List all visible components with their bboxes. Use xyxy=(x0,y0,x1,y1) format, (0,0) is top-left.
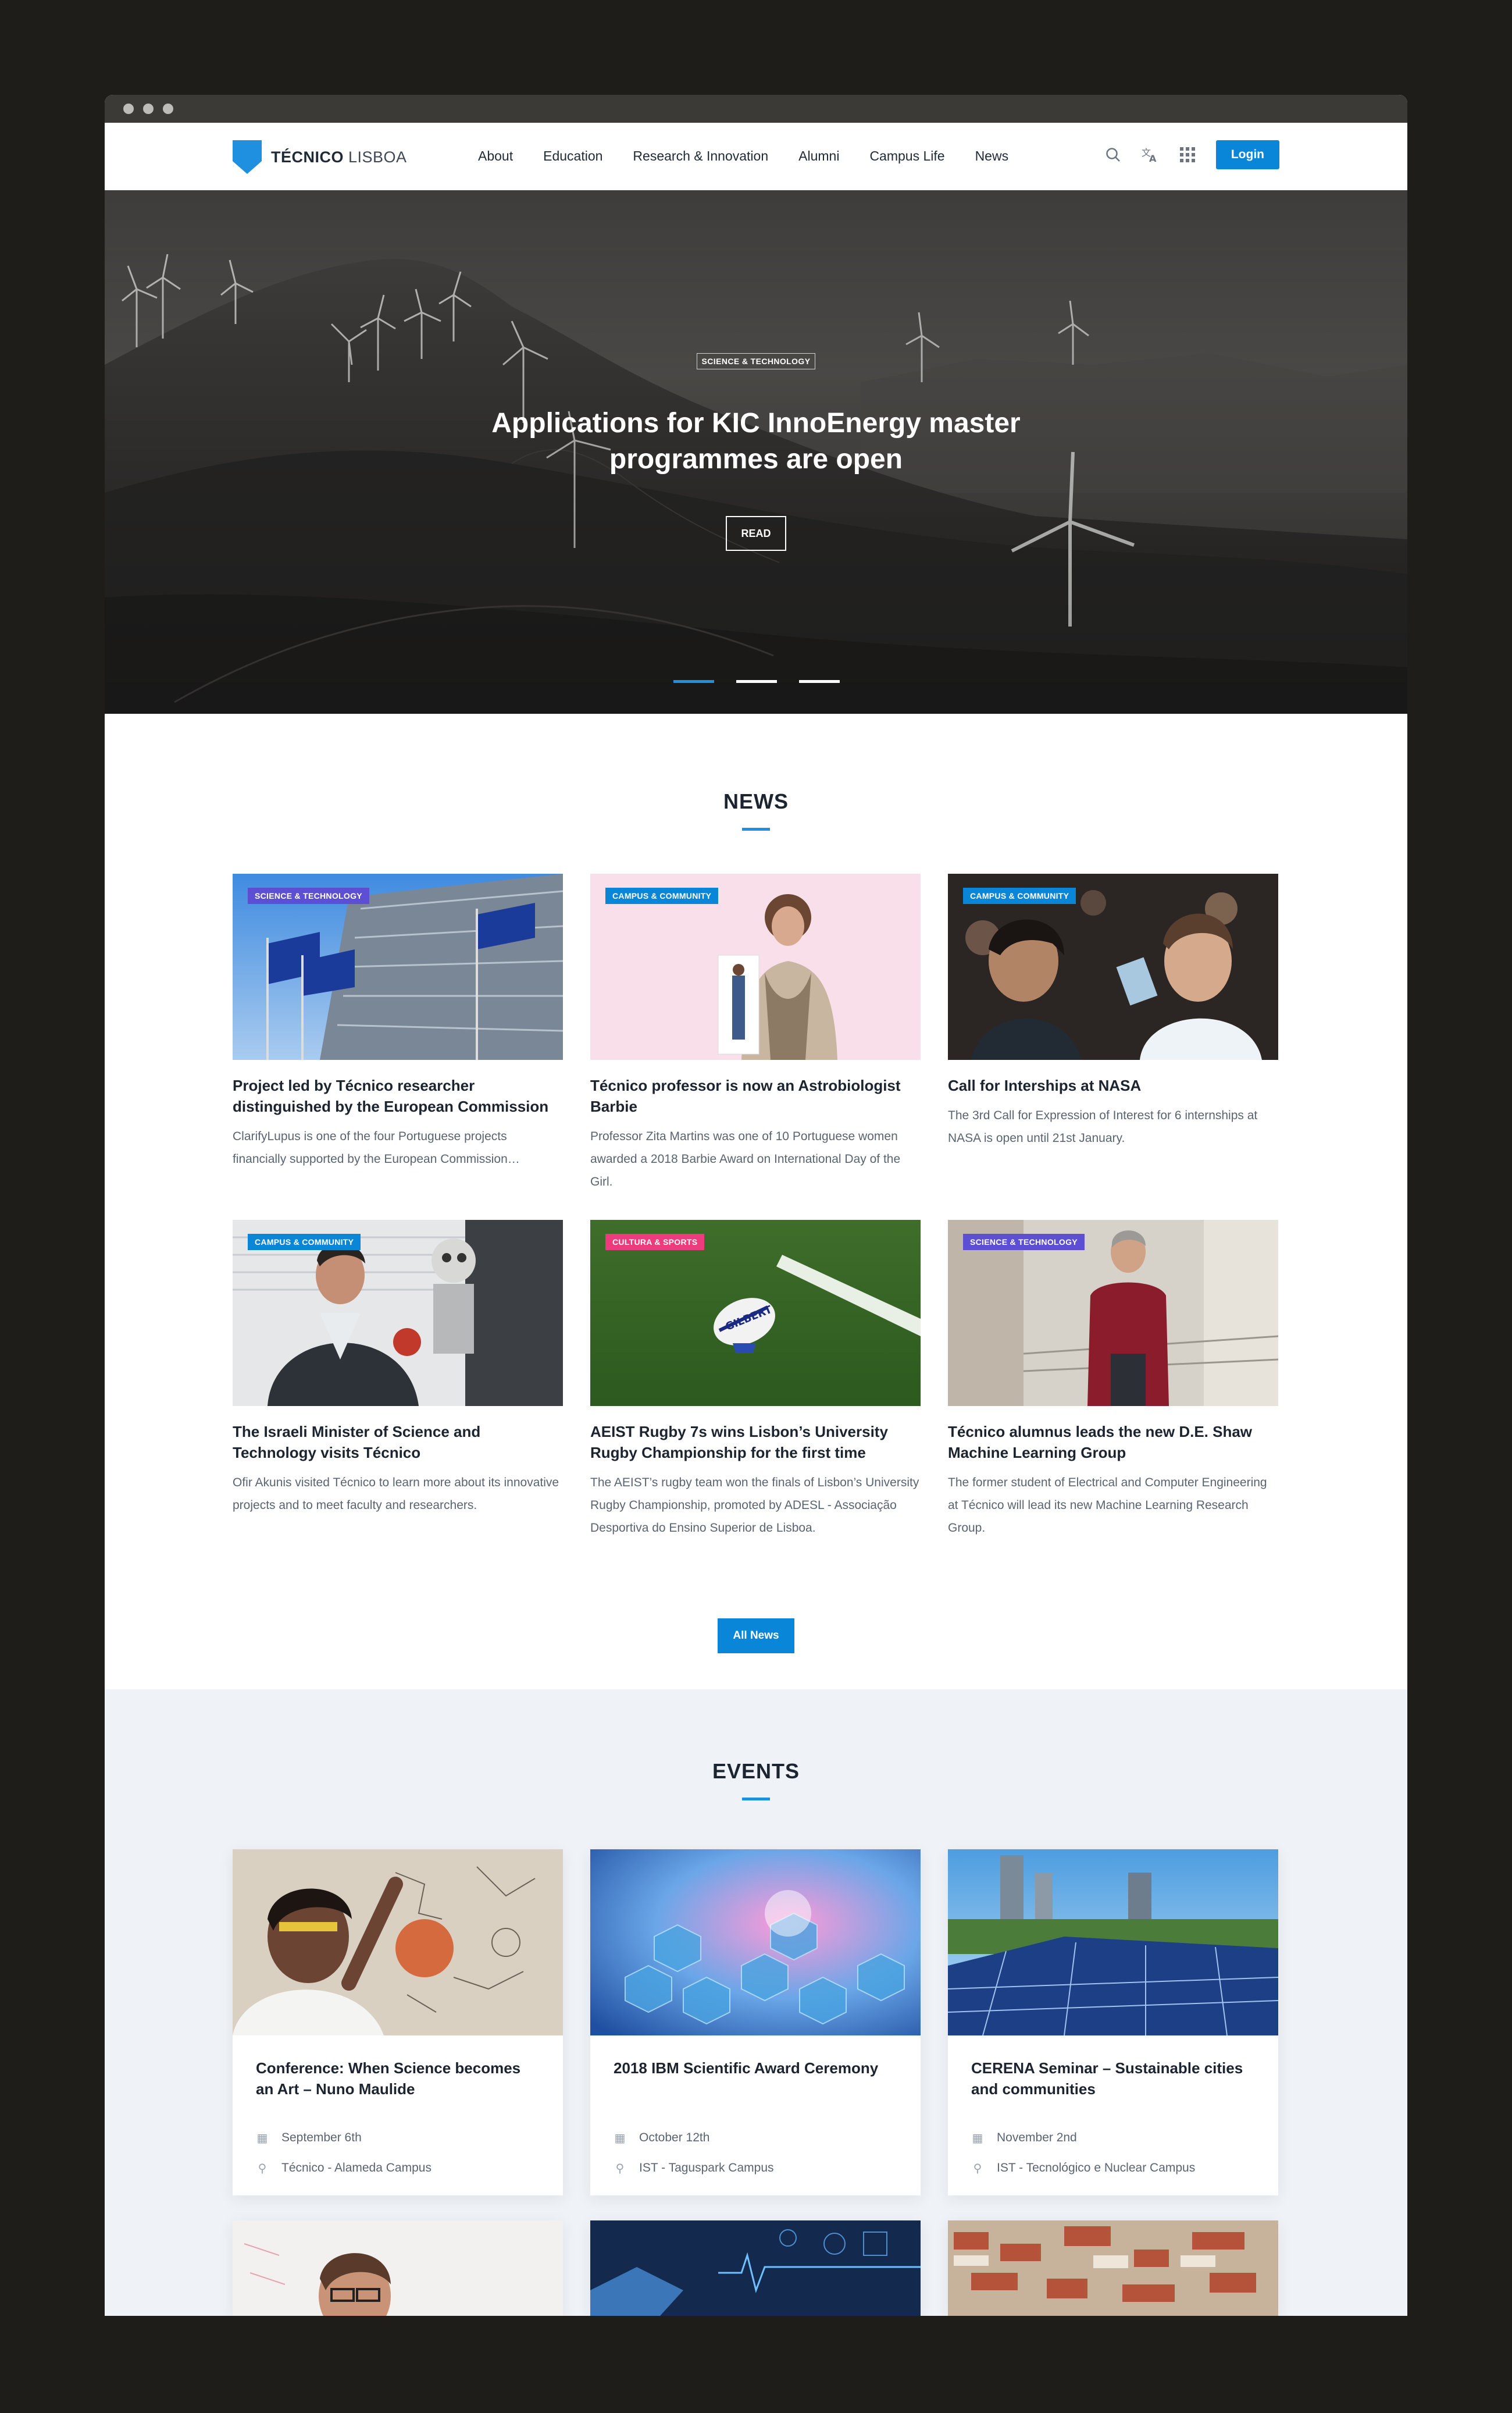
login-button[interactable]: Login xyxy=(1215,140,1279,169)
event-card[interactable]: 2018 IBM Scientific Award Ceremony ▦ Octo… xyxy=(590,1849,921,2195)
nav-research[interactable]: Research & Innovation xyxy=(633,148,768,164)
window-dot[interactable] xyxy=(163,104,173,114)
calendar-icon: ▦ xyxy=(972,2131,983,2145)
news-card[interactable]: CAMPUS & COMMUNITY Call for Interships a… xyxy=(948,874,1278,1220)
nav-alumni[interactable]: Alumni xyxy=(798,148,839,164)
window-dot[interactable] xyxy=(123,104,134,114)
news-card[interactable]: SCIENCE & TECHNOLOGY Técnico alumnus lea… xyxy=(948,1220,1278,1566)
events-heading: EVENTS xyxy=(712,1759,800,1783)
news-card[interactable]: GILBERT CULTURA & SPORTS AEIST Rugby 7s … xyxy=(590,1220,921,1566)
search-icon[interactable] xyxy=(1104,146,1122,163)
calendar-icon: ▦ xyxy=(256,2131,268,2145)
browser-window: TÉCNICO LISBOA About Education Research … xyxy=(105,95,1407,2316)
news-card[interactable]: CAMPUS & COMMUNITY The Israeli Minister … xyxy=(233,1220,563,1566)
event-date: ▦ September 6th xyxy=(256,2131,362,2145)
event-card[interactable] xyxy=(233,2220,563,2316)
header-tools: 文A Login xyxy=(1104,140,1279,169)
event-image-hexagons[interactable] xyxy=(590,1849,921,2035)
news-image-rugby-ball[interactable]: GILBERT CULTURA & SPORTS xyxy=(590,1220,921,1406)
nav-campus-life[interactable]: Campus Life xyxy=(869,148,944,164)
news-section: NEWS SCIENCE & TECHNOLOGY Project led by… xyxy=(105,714,1407,1689)
site-header: TÉCNICO LISBOA About Education Research … xyxy=(105,123,1407,190)
event-location: ⚲ Técnico - Alameda Campus xyxy=(233,2153,563,2183)
news-heading: NEWS xyxy=(723,789,789,813)
apps-grid-icon[interactable] xyxy=(1179,146,1196,163)
news-excerpt: Ofir Akunis visited Técnico to learn mor… xyxy=(233,1476,559,1512)
location-pin-icon: ⚲ xyxy=(615,2162,625,2175)
events-grid: Conference: When Science becomes an Art … xyxy=(233,1849,1278,2195)
hero-title: Applications for KIC InnoEnergy master pr… xyxy=(491,408,1021,475)
event-title[interactable]: CERENA Seminar – Sustainable cities and … xyxy=(948,2035,1278,2123)
event-card[interactable]: CERENA Seminar – Sustainable cities and … xyxy=(948,1849,1278,2195)
translate-icon[interactable]: 文A xyxy=(1142,146,1159,163)
news-title[interactable]: Project led by Técnico researcher distin… xyxy=(233,1075,563,1117)
event-date: ▦ October 12th xyxy=(614,2131,710,2145)
event-date: ▦ November 2nd xyxy=(972,2131,1077,2145)
category-badge[interactable]: CAMPUS & COMMUNITY xyxy=(248,1234,361,1250)
calendar-icon: ▦ xyxy=(614,2131,626,2145)
news-image-alumnus[interactable]: SCIENCE & TECHNOLOGY xyxy=(948,1220,1278,1406)
logo-text: TÉCNICO LISBOA xyxy=(271,148,407,166)
main-nav: About Education Research & Innovation Al… xyxy=(478,148,1008,164)
event-image-speaker[interactable] xyxy=(233,2220,563,2316)
carousel-dot-3[interactable] xyxy=(799,680,840,683)
news-title[interactable]: Técnico alumnus leads the new D.E. Shaw … xyxy=(948,1421,1278,1463)
category-badge[interactable]: CULTURA & SPORTS xyxy=(605,1234,705,1250)
news-card[interactable]: SCIENCE & TECHNOLOGY Project led by Técn… xyxy=(233,874,563,1220)
events-section: EVENTS Conference: When Science becomes … xyxy=(105,1689,1407,2316)
logo-shield-icon xyxy=(233,140,262,174)
category-badge[interactable]: CAMPUS & COMMUNITY xyxy=(963,888,1076,904)
event-image-city-aerial[interactable] xyxy=(948,2220,1278,2316)
category-badge[interactable]: SCIENCE & TECHNOLOGY xyxy=(963,1234,1085,1250)
event-card[interactable] xyxy=(948,2220,1278,2316)
site-logo[interactable]: TÉCNICO LISBOA xyxy=(233,140,407,174)
location-pin-icon: ⚲ xyxy=(258,2162,267,2175)
event-title[interactable]: Conference: When Science becomes an Art … xyxy=(233,2035,563,2123)
event-location: ⚲ IST - Taguspark Campus xyxy=(590,2153,921,2183)
nav-education[interactable]: Education xyxy=(543,148,602,164)
news-excerpt: The former student of Electrical and Com… xyxy=(948,1476,1267,1535)
news-excerpt: The 3rd Call for Expression of Interest … xyxy=(948,1109,1258,1145)
category-badge[interactable]: SCIENCE & TECHNOLOGY xyxy=(248,888,369,904)
event-image-medical-tech[interactable] xyxy=(590,2220,921,2316)
heading-underline xyxy=(742,1798,770,1800)
news-card[interactable]: CAMPUS & COMMUNITY Técnico professor is … xyxy=(590,874,921,1220)
hero-carousel: SCIENCE & TECHNOLOGY Applications for KI… xyxy=(105,190,1407,714)
news-image-nasa-students[interactable]: CAMPUS & COMMUNITY xyxy=(948,874,1278,1060)
news-image-robot-minister[interactable]: CAMPUS & COMMUNITY xyxy=(233,1220,563,1406)
event-card[interactable] xyxy=(590,2220,921,2316)
window-chrome xyxy=(105,95,1407,123)
news-title[interactable]: AEIST Rugby 7s wins Lisbon’s University … xyxy=(590,1421,921,1463)
event-card[interactable]: Conference: When Science becomes an Art … xyxy=(233,1849,563,2195)
window-dot[interactable] xyxy=(143,104,154,114)
svg-text:A: A xyxy=(1149,153,1157,163)
news-excerpt: Professor Zita Martins was one of 10 Por… xyxy=(590,1130,901,1188)
category-badge[interactable]: CAMPUS & COMMUNITY xyxy=(605,888,719,904)
hero-read-button[interactable]: READ xyxy=(726,516,786,551)
all-news-button[interactable]: All News xyxy=(718,1618,794,1653)
news-grid: SCIENCE & TECHNOLOGY Project led by Técn… xyxy=(233,874,1278,1566)
news-title[interactable]: Técnico professor is now an Astrobiologi… xyxy=(590,1075,921,1117)
news-image-astrobiologist[interactable]: CAMPUS & COMMUNITY xyxy=(590,874,921,1060)
news-excerpt: The AEIST’s rugby team won the finals of… xyxy=(590,1476,919,1535)
location-pin-icon: ⚲ xyxy=(973,2162,982,2175)
news-title[interactable]: Call for Interships at NASA xyxy=(948,1075,1278,1096)
news-title[interactable]: The Israeli Minister of Science and Tech… xyxy=(233,1421,563,1463)
event-location: ⚲ IST - Tecnológico e Nuclear Campus xyxy=(948,2153,1278,2183)
event-image-solar-city[interactable] xyxy=(948,1849,1278,2035)
event-image-science-art[interactable] xyxy=(233,1849,563,2035)
event-title[interactable]: 2018 IBM Scientific Award Ceremony xyxy=(590,2035,921,2123)
hero-category[interactable]: SCIENCE & TECHNOLOGY xyxy=(105,353,1407,369)
carousel-dot-2[interactable] xyxy=(736,680,777,683)
nav-news[interactable]: News xyxy=(975,148,1009,164)
nav-about[interactable]: About xyxy=(478,148,513,164)
news-image-eu-flags[interactable]: SCIENCE & TECHNOLOGY xyxy=(233,874,563,1060)
news-excerpt: ClarifyLupus is one of the four Portugue… xyxy=(233,1130,520,1166)
carousel-indicators xyxy=(673,680,840,683)
carousel-dot-1[interactable] xyxy=(673,680,714,683)
heading-underline xyxy=(742,828,770,831)
events-grid-row-2 xyxy=(233,2220,1278,2316)
